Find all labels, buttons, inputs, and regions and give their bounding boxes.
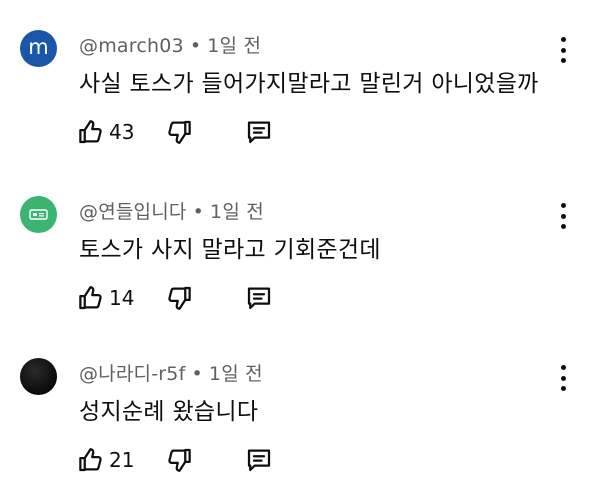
reply-button[interactable] [244,283,274,313]
comment-actions: 14 [76,283,296,313]
comment-meta: @연들입니다 • 1일 전 [79,197,264,224]
avatar[interactable] [20,196,57,233]
comment-item: @연들입니다 • 1일 전 토스가 사지 말라고 기회준건데 14 [0,166,600,316]
comment-author[interactable]: @march03 [79,35,184,57]
reply-button[interactable] [244,117,274,147]
like-count: 43 [109,120,135,144]
comment-meta: @나라디-r5f • 1일 전 [79,359,263,386]
comment-meta: @march03 • 1일 전 [79,31,261,58]
more-actions-button[interactable] [553,203,573,229]
reply-comment-icon [247,287,271,310]
thumbs-up-icon [79,286,102,310]
meta-separator: • [191,363,203,385]
comment-item: @나라디-r5f • 1일 전 성지순례 왔습니다 21 [0,328,600,478]
more-actions-button[interactable] [553,365,573,391]
comment-author[interactable]: @연들입니다 [79,201,187,223]
more-dot [560,58,566,63]
thumbs-down-icon [168,448,191,472]
thumbs-up-icon [79,448,102,472]
comment-item: m @march03 • 1일 전 사실 토스가 들어가지말라고 말린거 아니었을까… [0,0,600,150]
like-button[interactable]: 14 [76,283,134,313]
more-dot [560,375,566,381]
avatar-image-icon [29,209,48,220]
more-dot [560,213,566,219]
like-count: 14 [109,286,135,310]
more-vertical-icon [560,203,566,208]
reply-comment-icon [247,121,271,144]
comment-actions: 43 [76,117,296,147]
more-dot [560,386,566,391]
comment-text: 성지순례 왔습니다 [79,399,259,425]
reply-button[interactable] [244,445,274,475]
reply-comment-icon [247,449,271,472]
dislike-button[interactable] [164,283,194,313]
avatar[interactable]: m [20,30,57,67]
avatar[interactable] [20,358,57,395]
comment-author[interactable]: @나라디-r5f [79,363,186,385]
more-actions-button[interactable] [553,37,573,63]
more-vertical-icon [560,365,566,370]
more-dot [560,47,566,53]
thumbs-down-icon [168,286,191,310]
dislike-button[interactable] [164,445,194,475]
more-dot [560,224,566,229]
meta-separator: • [192,201,205,223]
like-button[interactable]: 43 [76,117,134,147]
comment-time[interactable]: 1일 전 [207,35,261,57]
comment-time[interactable]: 1일 전 [210,201,264,223]
meta-separator: • [189,35,202,57]
thumbs-up-icon [79,120,102,144]
comment-time[interactable]: 1일 전 [209,363,263,385]
avatar-letter: m [28,34,49,59]
like-button[interactable]: 21 [76,445,134,475]
dislike-button[interactable] [164,117,194,147]
like-count: 21 [109,448,135,472]
comment-text: 사실 토스가 들어가지말라고 말린거 아니었을까 [79,71,539,97]
comment-text: 토스가 사지 말라고 기회준건데 [79,237,381,263]
more-vertical-icon [560,37,566,42]
comment-actions: 21 [76,445,296,475]
thumbs-down-icon [168,120,191,144]
